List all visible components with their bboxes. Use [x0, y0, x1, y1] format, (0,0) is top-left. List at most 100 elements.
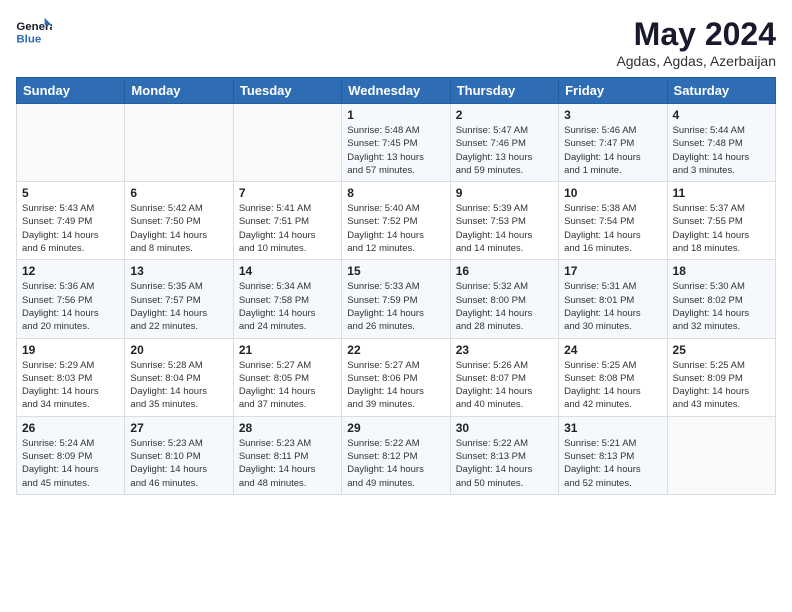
calendar-cell: 3 Sunrise: 5:46 AMSunset: 7:47 PMDaylight…	[559, 104, 667, 182]
calendar-cell: 28Sunrise: 5:23 AMSunset: 8:11 PMDayligh…	[233, 416, 341, 494]
weekday-header-monday: Monday	[125, 78, 233, 104]
day-number: 12	[22, 264, 119, 278]
calendar-cell: 31 Sunrise: 5:21 AMSunset: 8:13 PMDayligh…	[559, 416, 667, 494]
day-number: 10	[564, 186, 661, 200]
day-info: Sunrise: 5:42 AMSunset: 7:50 PMDaylight:…	[130, 202, 227, 255]
calendar-cell: 14 Sunrise: 5:34 AMSunset: 7:58 PMDayligh…	[233, 260, 341, 338]
day-number: 3	[564, 108, 661, 122]
day-number: 5	[22, 186, 119, 200]
calendar-cell: 18Sunrise: 5:30 AMSunset: 8:02 PMDayligh…	[667, 260, 775, 338]
calendar-cell: 2 Sunrise: 5:47 AMSunset: 7:46 PMDaylight…	[450, 104, 558, 182]
calendar-cell	[17, 104, 125, 182]
day-info: Sunrise: 5:27 AMSunset: 8:06 PMDaylight:…	[347, 359, 444, 412]
day-info: Sunrise: 5:30 AMSunset: 8:02 PMDaylight:…	[673, 280, 770, 333]
day-info: Sunrise: 5:29 AMSunset: 8:03 PMDaylight:…	[22, 359, 119, 412]
calendar-cell: 5Sunrise: 5:43 AMSunset: 7:49 PMDaylight…	[17, 182, 125, 260]
day-number: 15	[347, 264, 444, 278]
day-number: 7	[239, 186, 336, 200]
calendar-cell: 25 Sunrise: 5:25 AMSunset: 8:09 PMDayligh…	[667, 338, 775, 416]
day-info: Sunrise: 5:36 AMSunset: 7:56 PMDaylight:…	[22, 280, 119, 333]
day-number: 22	[347, 343, 444, 357]
page-header: General Blue May 2024 Agdas, Agdas, Azer…	[16, 16, 776, 69]
day-number: 2	[456, 108, 553, 122]
calendar-cell: 17Sunrise: 5:31 AMSunset: 8:01 PMDayligh…	[559, 260, 667, 338]
calendar-week-1: 1 Sunrise: 5:48 AMSunset: 7:45 PMDaylight…	[17, 104, 776, 182]
day-number: 9	[456, 186, 553, 200]
day-info: Sunrise: 5:40 AMSunset: 7:52 PMDaylight:…	[347, 202, 444, 255]
day-number: 29	[347, 421, 444, 435]
day-number: 8	[347, 186, 444, 200]
weekday-header-tuesday: Tuesday	[233, 78, 341, 104]
calendar-week-4: 19Sunrise: 5:29 AMSunset: 8:03 PMDayligh…	[17, 338, 776, 416]
calendar-table: SundayMondayTuesdayWednesdayThursdayFrid…	[16, 77, 776, 495]
svg-text:Blue: Blue	[16, 33, 41, 45]
day-info: Sunrise: 5:21 AMSunset: 8:13 PMDaylight:…	[564, 437, 661, 490]
day-info: Sunrise: 5:46 AMSunset: 7:47 PMDaylight:…	[564, 124, 661, 177]
calendar-cell	[125, 104, 233, 182]
calendar-cell: 10 Sunrise: 5:38 AMSunset: 7:54 PMDayligh…	[559, 182, 667, 260]
day-number: 1	[347, 108, 444, 122]
day-info: Sunrise: 5:31 AMSunset: 8:01 PMDaylight:…	[564, 280, 661, 333]
calendar-cell: 9Sunrise: 5:39 AMSunset: 7:53 PMDaylight…	[450, 182, 558, 260]
day-number: 26	[22, 421, 119, 435]
calendar-cell: 4Sunrise: 5:44 AMSunset: 7:48 PMDaylight…	[667, 104, 775, 182]
weekday-header-friday: Friday	[559, 78, 667, 104]
day-number: 13	[130, 264, 227, 278]
day-info: Sunrise: 5:23 AMSunset: 8:10 PMDaylight:…	[130, 437, 227, 490]
calendar-cell: 15Sunrise: 5:33 AMSunset: 7:59 PMDayligh…	[342, 260, 450, 338]
month-title: May 2024	[616, 16, 776, 53]
calendar-cell: 6 Sunrise: 5:42 AMSunset: 7:50 PMDaylight…	[125, 182, 233, 260]
calendar-cell: 26 Sunrise: 5:24 AMSunset: 8:09 PMDayligh…	[17, 416, 125, 494]
day-number: 27	[130, 421, 227, 435]
day-info: Sunrise: 5:37 AMSunset: 7:55 PMDaylight:…	[673, 202, 770, 255]
location-subtitle: Agdas, Agdas, Azerbaijan	[616, 53, 776, 69]
logo: General Blue	[16, 16, 52, 46]
day-number: 14	[239, 264, 336, 278]
calendar-cell: 11 Sunrise: 5:37 AMSunset: 7:55 PMDayligh…	[667, 182, 775, 260]
day-info: Sunrise: 5:34 AMSunset: 7:58 PMDaylight:…	[239, 280, 336, 333]
calendar-cell: 22 Sunrise: 5:27 AMSunset: 8:06 PMDayligh…	[342, 338, 450, 416]
day-number: 25	[673, 343, 770, 357]
calendar-week-5: 26 Sunrise: 5:24 AMSunset: 8:09 PMDayligh…	[17, 416, 776, 494]
calendar-cell: 21 Sunrise: 5:27 AMSunset: 8:05 PMDayligh…	[233, 338, 341, 416]
calendar-cell: 13 Sunrise: 5:35 AMSunset: 7:57 PMDayligh…	[125, 260, 233, 338]
weekday-header-sunday: Sunday	[17, 78, 125, 104]
day-info: Sunrise: 5:48 AMSunset: 7:45 PMDaylight:…	[347, 124, 444, 177]
day-info: Sunrise: 5:25 AMSunset: 8:09 PMDaylight:…	[673, 359, 770, 412]
calendar-cell: 30 Sunrise: 5:22 AMSunset: 8:13 PMDayligh…	[450, 416, 558, 494]
calendar-week-3: 12 Sunrise: 5:36 AMSunset: 7:56 PMDayligh…	[17, 260, 776, 338]
day-number: 21	[239, 343, 336, 357]
day-info: Sunrise: 5:24 AMSunset: 8:09 PMDaylight:…	[22, 437, 119, 490]
day-info: Sunrise: 5:28 AMSunset: 8:04 PMDaylight:…	[130, 359, 227, 412]
weekday-header-thursday: Thursday	[450, 78, 558, 104]
day-info: Sunrise: 5:27 AMSunset: 8:05 PMDaylight:…	[239, 359, 336, 412]
day-number: 24	[564, 343, 661, 357]
day-number: 16	[456, 264, 553, 278]
calendar-cell: 24 Sunrise: 5:25 AMSunset: 8:08 PMDayligh…	[559, 338, 667, 416]
day-info: Sunrise: 5:25 AMSunset: 8:08 PMDaylight:…	[564, 359, 661, 412]
weekday-header-saturday: Saturday	[667, 78, 775, 104]
calendar-cell: 23 Sunrise: 5:26 AMSunset: 8:07 PMDayligh…	[450, 338, 558, 416]
weekday-header-wednesday: Wednesday	[342, 78, 450, 104]
day-info: Sunrise: 5:26 AMSunset: 8:07 PMDaylight:…	[456, 359, 553, 412]
day-number: 11	[673, 186, 770, 200]
calendar-cell: 20Sunrise: 5:28 AMSunset: 8:04 PMDayligh…	[125, 338, 233, 416]
day-number: 30	[456, 421, 553, 435]
calendar-cell: 19Sunrise: 5:29 AMSunset: 8:03 PMDayligh…	[17, 338, 125, 416]
day-number: 23	[456, 343, 553, 357]
day-info: Sunrise: 5:35 AMSunset: 7:57 PMDaylight:…	[130, 280, 227, 333]
calendar-cell	[667, 416, 775, 494]
calendar-cell: 29Sunrise: 5:22 AMSunset: 8:12 PMDayligh…	[342, 416, 450, 494]
day-number: 31	[564, 421, 661, 435]
calendar-cell: 7Sunrise: 5:41 AMSunset: 7:51 PMDaylight…	[233, 182, 341, 260]
day-info: Sunrise: 5:44 AMSunset: 7:48 PMDaylight:…	[673, 124, 770, 177]
calendar-cell: 16Sunrise: 5:32 AMSunset: 8:00 PMDayligh…	[450, 260, 558, 338]
day-info: Sunrise: 5:22 AMSunset: 8:13 PMDaylight:…	[456, 437, 553, 490]
calendar-cell: 12 Sunrise: 5:36 AMSunset: 7:56 PMDayligh…	[17, 260, 125, 338]
day-number: 6	[130, 186, 227, 200]
day-info: Sunrise: 5:38 AMSunset: 7:54 PMDaylight:…	[564, 202, 661, 255]
logo-icon: General Blue	[16, 16, 52, 46]
calendar-cell: 1 Sunrise: 5:48 AMSunset: 7:45 PMDaylight…	[342, 104, 450, 182]
day-number: 28	[239, 421, 336, 435]
day-info: Sunrise: 5:47 AMSunset: 7:46 PMDaylight:…	[456, 124, 553, 177]
